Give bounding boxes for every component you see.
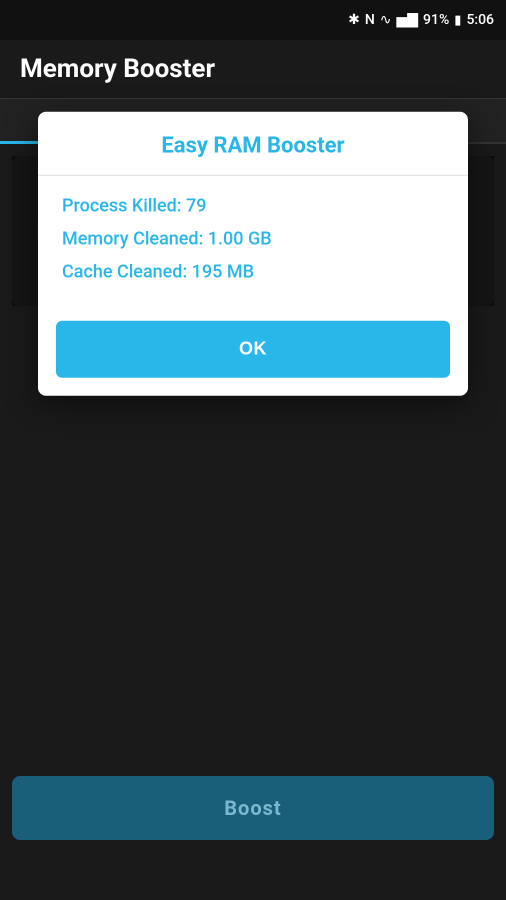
dialog-divider [38,175,468,176]
boost-button[interactable]: Boost [12,776,494,840]
status-icons: ✱ N ∿ ▅▇ 91% ▮ 5:06 [348,12,494,28]
network-icon: N [365,12,375,28]
signal-icon: ▅▇ [397,12,419,28]
dialog: Easy RAM Booster Process Killed: 79 Memo… [38,112,468,396]
dialog-title: Easy RAM Booster [38,112,468,175]
cache-value: 195 MB [192,262,254,283]
app-header: Memory Booster [0,40,506,99]
dialog-body: Process Killed: 79 Memory Cleaned: 1.00 … [38,192,468,317]
boost-button-container: Boost [12,776,494,840]
dialog-stat-process: Process Killed: 79 [62,196,444,217]
status-bar: ✱ N ∿ ▅▇ 91% ▮ 5:06 [0,0,506,40]
main-content: 47% Used: 1.44 GB Free: 1.32 GB Easy RAM… [12,156,494,306]
wifi-icon: ∿ [380,12,392,28]
dialog-stat-cache: Cache Cleaned: 195 MB [62,262,444,283]
ok-button[interactable]: OK [56,321,450,378]
memory-label: Memory Cleaned: [62,229,203,250]
memory-value: 1.00 GB [208,229,272,250]
dialog-stat-memory: Memory Cleaned: 1.00 GB [62,229,444,250]
bluetooth-icon: ✱ [348,12,360,28]
battery-icon: ▮ [454,13,461,28]
clock: 5:06 [466,12,494,28]
battery-percent: 91% [423,12,449,28]
process-label: Process Killed: [62,196,182,217]
process-value: 79 [186,196,206,217]
cache-label: Cache Cleaned: [62,262,187,283]
app-title: Memory Booster [20,54,486,84]
